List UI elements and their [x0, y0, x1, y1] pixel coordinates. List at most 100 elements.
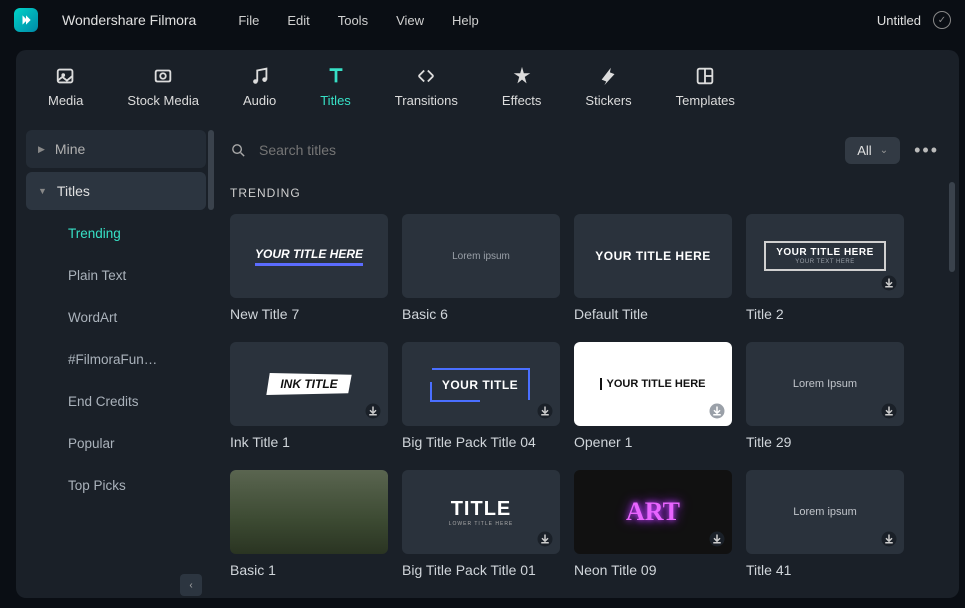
- title-grid: YOUR TITLE HERE New Title 7 Lorem ipsum …: [230, 214, 939, 578]
- audio-icon: [249, 65, 271, 87]
- title-card[interactable]: YOUR TITLE HERE Default Title: [574, 214, 732, 322]
- menu-tools[interactable]: Tools: [338, 13, 368, 28]
- title-card[interactable]: YOUR TITLE HERE New Title 7: [230, 214, 388, 322]
- tool-media[interactable]: Media: [48, 65, 83, 108]
- title-label: Basic 6: [402, 306, 560, 322]
- sidebar-item-end-credits[interactable]: End Credits: [26, 382, 206, 420]
- download-icon[interactable]: [708, 530, 726, 548]
- project-name: Untitled: [877, 13, 921, 28]
- preview-text: Lorem ipsum: [452, 251, 510, 262]
- title-card[interactable]: Basic 1: [230, 470, 388, 578]
- title-card[interactable]: TITLE LOWER TITLE HERE Big Title Pack Ti…: [402, 470, 560, 578]
- tool-audio[interactable]: Audio: [243, 65, 276, 108]
- menubar: File Edit Tools View Help: [238, 13, 478, 28]
- tool-label: Stickers: [585, 93, 631, 108]
- tool-effects[interactable]: Effects: [502, 65, 542, 108]
- templates-icon: [694, 65, 716, 87]
- title-card[interactable]: Lorem Ipsum Title 29: [746, 342, 904, 450]
- title-label: Title 2: [746, 306, 904, 322]
- tool-stickers[interactable]: Stickers: [585, 65, 631, 108]
- sidebar-item-wordart[interactable]: WordArt: [26, 298, 206, 336]
- title-thumb: Lorem Ipsum: [746, 342, 904, 426]
- content-area: All ⌄ ••• TRENDING YOUR TITLE HERE New T…: [216, 122, 959, 598]
- title-label: New Title 7: [230, 306, 388, 322]
- download-icon[interactable]: [708, 402, 726, 420]
- section-header: TRENDING: [230, 186, 939, 200]
- sidebar-item-filmorafun[interactable]: #FilmoraFun…: [26, 340, 206, 378]
- title-thumb: YOUR TITLE HERE: [230, 214, 388, 298]
- title-thumb: TITLE LOWER TITLE HERE: [402, 470, 560, 554]
- title-card[interactable]: Lorem ipsum Title 41: [746, 470, 904, 578]
- preview-text: ART: [626, 497, 680, 527]
- sidebar: ▶ Mine ▼ Titles Trending Plain Text Word…: [16, 122, 216, 598]
- preview-text: Lorem Ipsum: [793, 378, 857, 390]
- chevron-down-icon: ▼: [38, 186, 47, 196]
- preview-text: YOUR TITLE HERE: [255, 247, 363, 266]
- tool-stock-media[interactable]: Stock Media: [127, 65, 199, 108]
- title-label: Title 29: [746, 434, 904, 450]
- menu-help[interactable]: Help: [452, 13, 479, 28]
- titlebar: Wondershare Filmora File Edit Tools View…: [0, 0, 965, 40]
- preview-text: YOUR TITLE: [442, 378, 518, 392]
- title-label: Big Title Pack Title 01: [402, 562, 560, 578]
- sync-status-icon[interactable]: [933, 11, 951, 29]
- stickers-icon: [598, 65, 620, 87]
- title-thumb: Lorem ipsum: [402, 214, 560, 298]
- title-card[interactable]: INK TITLE Ink Title 1: [230, 342, 388, 450]
- menu-view[interactable]: View: [396, 13, 424, 28]
- media-icon: [55, 65, 77, 87]
- download-icon[interactable]: [536, 530, 554, 548]
- chevron-left-icon: ‹: [189, 580, 192, 591]
- tool-templates[interactable]: Templates: [676, 65, 735, 108]
- tool-titles[interactable]: Titles: [320, 65, 351, 108]
- sidebar-label: Titles: [57, 183, 90, 199]
- content-scrollbar[interactable]: [949, 182, 955, 272]
- sidebar-titles[interactable]: ▼ Titles: [26, 172, 206, 210]
- title-thumb: YOUR TITLE HERE: [574, 342, 732, 426]
- tool-label: Titles: [320, 93, 351, 108]
- title-label: Title 41: [746, 562, 904, 578]
- filter-label: All: [857, 143, 871, 158]
- app-logo-icon: [14, 8, 38, 32]
- search-input[interactable]: [259, 142, 831, 158]
- collapse-sidebar-button[interactable]: ‹: [180, 574, 202, 596]
- title-label: Basic 1: [230, 562, 388, 578]
- title-thumb: [230, 470, 388, 554]
- menu-file[interactable]: File: [238, 13, 259, 28]
- filter-dropdown[interactable]: All ⌄: [845, 137, 900, 164]
- effects-icon: [511, 65, 533, 87]
- tool-label: Stock Media: [127, 93, 199, 108]
- download-icon[interactable]: [880, 274, 898, 292]
- download-icon[interactable]: [880, 530, 898, 548]
- chevron-down-icon: ⌄: [880, 145, 888, 156]
- title-label: Big Title Pack Title 04: [402, 434, 560, 450]
- title-thumb: YOUR TITLE: [402, 342, 560, 426]
- title-card[interactable]: Lorem ipsum Basic 6: [402, 214, 560, 322]
- tool-transitions[interactable]: Transitions: [395, 65, 458, 108]
- sidebar-mine[interactable]: ▶ Mine: [26, 130, 206, 168]
- search-box: [230, 142, 831, 159]
- sidebar-scrollbar[interactable]: [208, 130, 214, 210]
- title-card[interactable]: YOUR TITLE Big Title Pack Title 04: [402, 342, 560, 450]
- title-card[interactable]: YOUR TITLE HERE YOUR TEXT HERE Title 2: [746, 214, 904, 322]
- sidebar-item-trending[interactable]: Trending: [26, 214, 206, 252]
- download-icon[interactable]: [880, 402, 898, 420]
- title-thumb: Lorem ipsum: [746, 470, 904, 554]
- sidebar-item-top-picks[interactable]: Top Picks: [26, 466, 206, 504]
- title-thumb: YOUR TITLE HERE: [574, 214, 732, 298]
- download-icon[interactable]: [536, 402, 554, 420]
- main-panel: Media Stock Media Audio Titles Transitio…: [16, 50, 959, 598]
- preview-sub: YOUR TEXT HERE: [795, 259, 854, 265]
- sidebar-label: Mine: [55, 141, 85, 157]
- sidebar-item-popular[interactable]: Popular: [26, 424, 206, 462]
- preview-text: INK TITLE: [266, 373, 351, 395]
- title-label: Default Title: [574, 306, 732, 322]
- more-options-button[interactable]: •••: [914, 140, 939, 161]
- sidebar-item-plain-text[interactable]: Plain Text: [26, 256, 206, 294]
- title-label: Ink Title 1: [230, 434, 388, 450]
- title-card[interactable]: YOUR TITLE HERE Opener 1: [574, 342, 732, 450]
- menu-edit[interactable]: Edit: [287, 13, 309, 28]
- title-card[interactable]: ART Neon Title 09: [574, 470, 732, 578]
- download-icon[interactable]: [364, 402, 382, 420]
- preview-text: YOUR TITLE HERE: [600, 378, 705, 390]
